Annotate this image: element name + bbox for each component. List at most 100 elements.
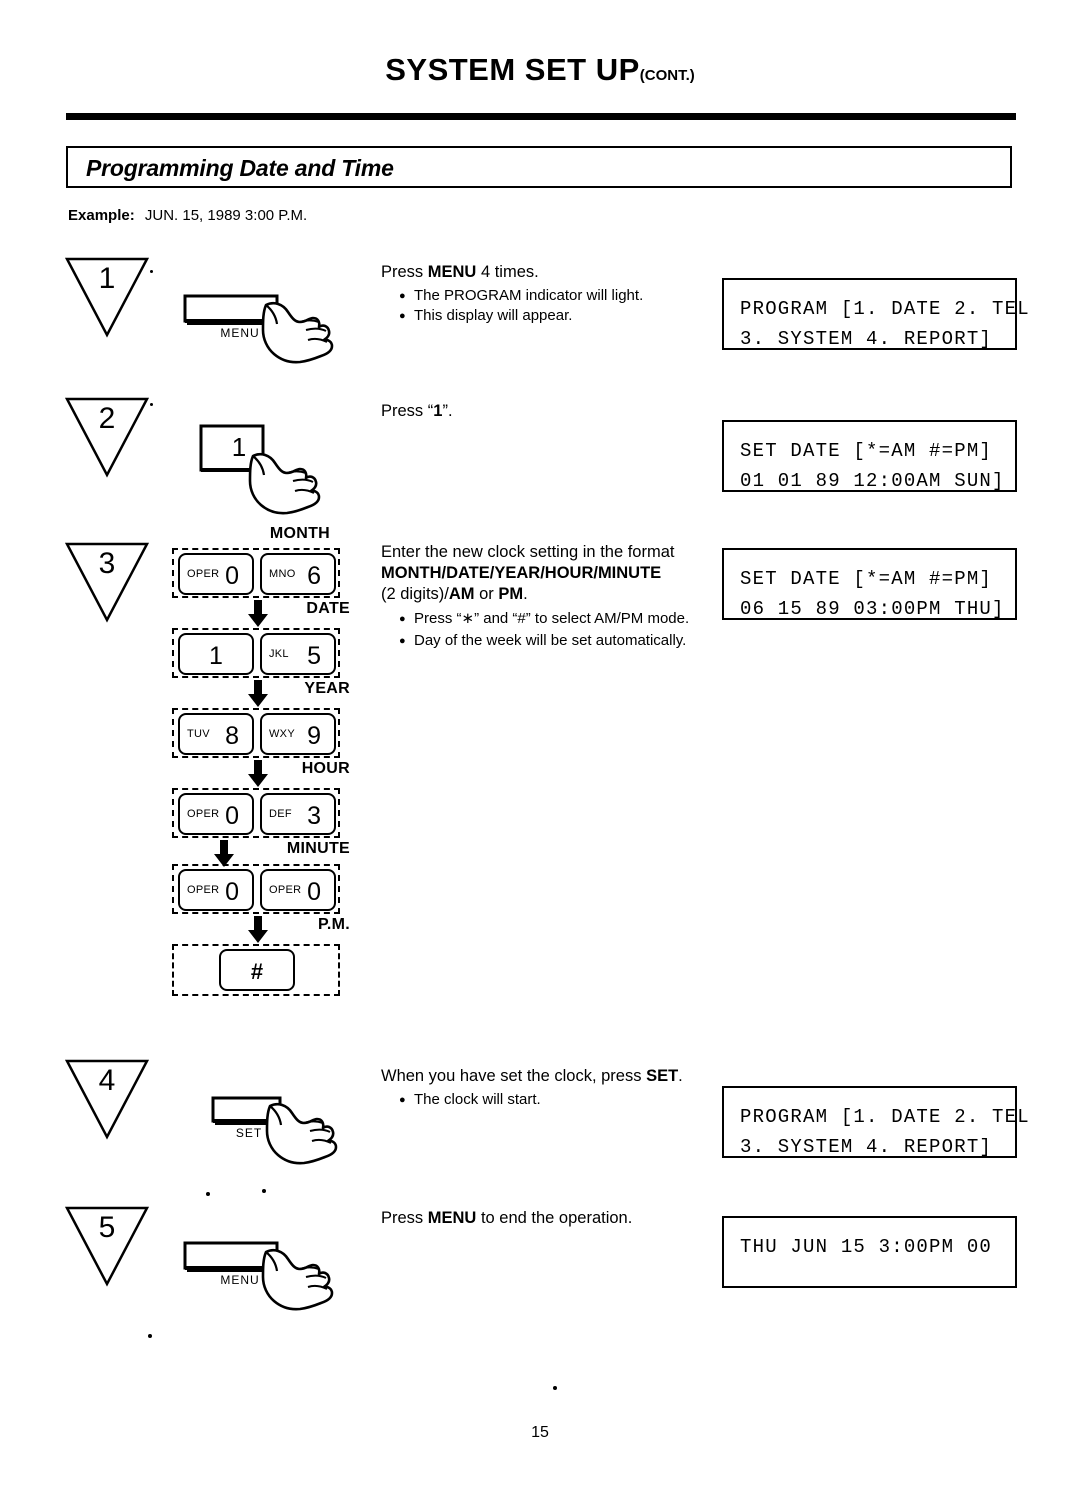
step-1-instr-hl: MENU [427, 263, 477, 281]
keypad-key-letters: MNO [269, 568, 296, 580]
keypad-key-digit: 6 [307, 562, 321, 590]
lcd-display-1-line1: PROGRAM [1. DATE 2. TEL [740, 298, 1030, 320]
step-4-bullet-1: The clock will start. [399, 1090, 721, 1110]
lcd-display-2-line2: 01 01 89 12:00AM SUN] [740, 470, 1005, 492]
step-4-instruction-line: When you have set the clock, press SET. [381, 1066, 721, 1087]
step-3-instr-pm: PM [498, 585, 524, 603]
step-1-bullet-2: This display will appear. [399, 306, 691, 326]
step-3-instruction: Enter the new clock setting in the forma… [381, 542, 711, 651]
step-number-4: 4 [64, 1058, 150, 1140]
step-number-5-label: 5 [98, 1211, 116, 1244]
keypad-key-letters: JKL [269, 648, 289, 660]
scan-speck [150, 270, 153, 273]
keypad-arrow-row-year: YEAR [150, 678, 350, 708]
keypad-entry-diagram: MONTH OPER 0 MNO 6 DATE 1 JKL 5 YEAR TUV… [150, 525, 350, 996]
keypad-group-pm: # [172, 944, 340, 996]
keypad-key-year-2[interactable]: WXY 9 [260, 713, 336, 755]
keypad-key-minute-1[interactable]: OPER 0 [178, 869, 254, 911]
lcd-display-2: SET DATE [*=AM #=PM] 01 01 89 12:00AM SU… [722, 420, 1017, 492]
keypad-arrow-row-date: DATE [150, 598, 350, 628]
step-1-instr-post: 4 times. [476, 263, 539, 281]
step-1-instruction: Press MENU 4 times. The PROGRAM indicato… [381, 262, 691, 326]
scan-speck [150, 403, 153, 406]
keypad-key-date-2[interactable]: JKL 5 [260, 633, 336, 675]
header-rule [66, 113, 1016, 120]
keypad-group-year: TUV 8 WXY 9 [172, 708, 340, 758]
step-number-3: 3 [64, 541, 150, 623]
scan-speck [553, 1386, 557, 1390]
page-title-text: SYSTEM SET UP [385, 52, 640, 87]
page-number: 15 [531, 1424, 549, 1441]
step-1-instruction-line: Press MENU 4 times. [381, 262, 691, 283]
step-5-instr-pre: Press [381, 1209, 428, 1227]
step-4-instr-hl: SET [646, 1067, 679, 1085]
keypad-arrow-row-pm: P.M. [150, 914, 350, 944]
keypad-key-hour-2[interactable]: DEF 3 [260, 793, 336, 835]
keypad-key-minute-2[interactable]: OPER 0 [260, 869, 336, 911]
keypad-arrow-row-hour: HOUR [150, 758, 350, 788]
keypad-key-letters: OPER [187, 808, 220, 820]
lcd-display-5: THU JUN 15 3:00PM 00 [722, 1216, 1017, 1288]
step-2-instr-post: ”. [442, 402, 453, 420]
keypad-key-digit: 0 [225, 878, 239, 906]
step-3-instr-line3-post: . [523, 585, 528, 603]
lcd-display-1-line2: 3. SYSTEM 4. REPORT] [740, 328, 993, 350]
step-4-instruction: When you have set the clock, press SET. … [381, 1066, 721, 1110]
keypad-key-digit: 3 [307, 802, 321, 830]
example-line: Example: JUN. 15, 1989 3:00 P.M. [68, 207, 307, 224]
lcd-display-5-line1: THU JUN 15 3:00PM 00 [740, 1236, 993, 1258]
keypad-key-letters: OPER [187, 568, 220, 580]
lcd-display-3-line2: 06 15 89 03:00PM THU] [740, 598, 1005, 620]
keypad-group-label-date: DATE [306, 600, 350, 617]
scan-speck [206, 1192, 210, 1196]
step-4-instr-pre: When you have set the clock, press [381, 1067, 647, 1085]
step-3-instr-line3-mid: or [474, 585, 499, 603]
keypad-key-digit: 0 [307, 878, 321, 906]
step-number-1-label: 1 [98, 262, 116, 295]
keypad-key-digit: 0 [225, 802, 239, 830]
manual-page: SYSTEM SET UP(CONT.) Programming Date an… [0, 0, 1080, 1499]
lcd-display-4-line1: PROGRAM [1. DATE 2. TEL [740, 1106, 1030, 1128]
step-3-instr-line3-pre: (2 digits)/ [381, 585, 449, 603]
step-number-4-label: 4 [98, 1064, 116, 1097]
keypad-group-month: OPER 0 MNO 6 [172, 548, 340, 598]
page-title-cont: (CONT.) [639, 67, 695, 84]
step-number-2-label: 2 [98, 402, 116, 435]
keypad-group-label-month: MONTH [269, 525, 330, 542]
set-button-label: SET [235, 1126, 263, 1140]
keypad-group-date: 1 JKL 5 [172, 628, 340, 678]
lcd-display-1: PROGRAM [1. DATE 2. TEL 3. SYSTEM 4. REP… [722, 278, 1030, 350]
menu-button-label-1: MENU [220, 326, 260, 340]
keypad-key-date-1[interactable]: 1 [178, 633, 254, 675]
keypad-key-digit: 0 [225, 562, 239, 590]
keypad-key-year-1[interactable]: TUV 8 [178, 713, 254, 755]
scan-speck [148, 1334, 152, 1338]
keypad-group-label-minute: MINUTE [286, 840, 350, 857]
keypad-key-month-2[interactable]: MNO 6 [260, 553, 336, 595]
keypad-key-letters: TUV [187, 728, 210, 740]
step-5-instruction: Press MENU to end the operation. [381, 1208, 711, 1229]
step-3-instr-am: AM [448, 585, 475, 603]
keypad-key-digit: 8 [225, 722, 239, 750]
section-header-box: Programming Date and Time [66, 146, 1012, 188]
keypad-group-label-hour: HOUR [301, 760, 350, 777]
keypad-key-hour-1[interactable]: OPER 0 [178, 793, 254, 835]
keypad-group-hour: OPER 0 DEF 3 [172, 788, 340, 838]
keypad-key-hash[interactable]: # [219, 949, 295, 991]
scan-speck [262, 1189, 266, 1193]
set-button-illustration: SET [208, 1090, 378, 1185]
section-title: Programming Date and Time [86, 155, 394, 181]
step-5-instr-hl: MENU [427, 1209, 477, 1227]
step-3-instr-line2: MONTH/DATE/YEAR/HOUR/MINUTE [381, 564, 662, 582]
step-2-instruction: Press “1”. [381, 401, 691, 422]
step-number-3-label: 3 [98, 547, 116, 580]
keypad-group-label-year: YEAR [304, 680, 350, 697]
keypad-key-digit: 9 [307, 722, 321, 750]
keypad-key-month-1[interactable]: OPER 0 [178, 553, 254, 595]
keypad-group-label-pm: P.M. [317, 916, 350, 933]
keypad-key-digit: 5 [307, 642, 321, 670]
step-number-1: 1 [64, 256, 150, 338]
example-label: Example: [68, 207, 135, 224]
lcd-display-2-line1: SET DATE [*=AM #=PM] [740, 440, 993, 462]
keypad-group-minute: OPER 0 OPER 0 [172, 864, 340, 914]
